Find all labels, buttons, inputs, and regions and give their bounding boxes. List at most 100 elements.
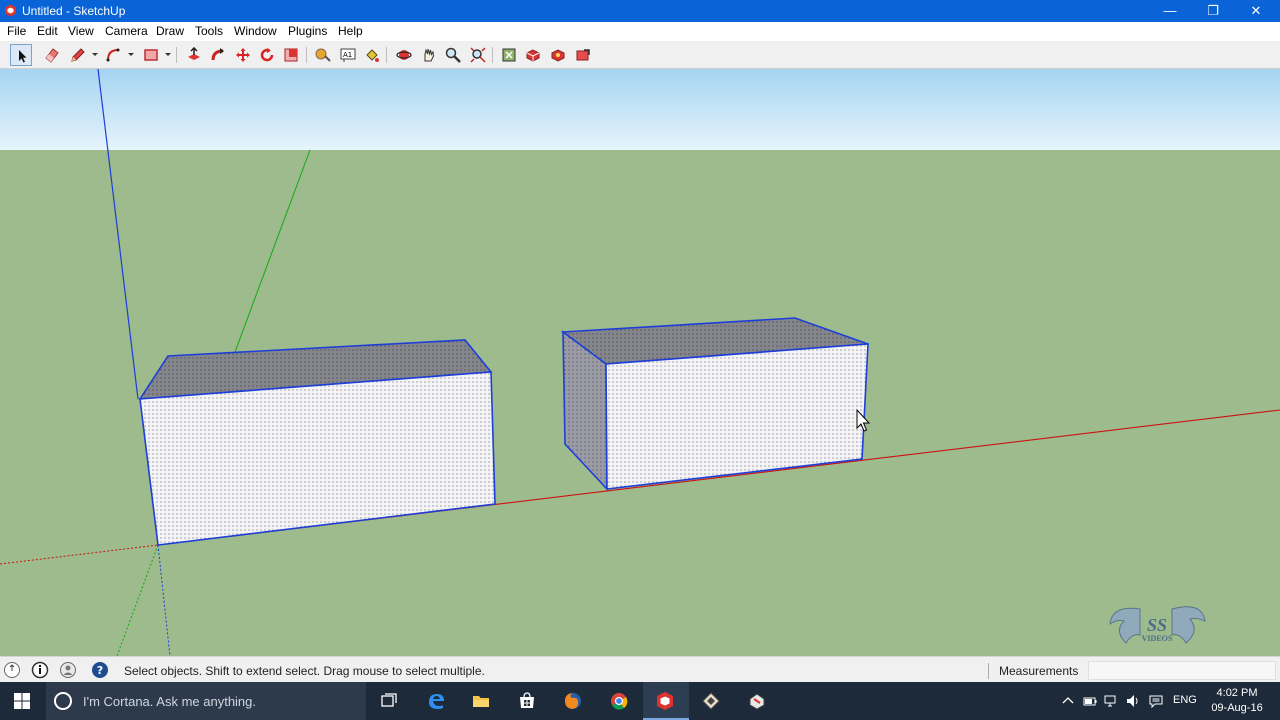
toolbar-separator [176,47,177,63]
firefox-icon [565,693,581,709]
tape-measure-tool-button[interactable] [312,44,334,66]
edge-icon [429,694,444,709]
style-builder-icon [749,693,765,710]
measurements-label: Measurements [999,664,1079,678]
system-clock[interactable]: 4:02 PM 09-Aug-16 [1205,686,1269,716]
watermark-text-ss: SS [1147,615,1167,635]
rectangle-tool-button[interactable] [140,44,162,66]
text-tool-button[interactable]: A1 [337,44,359,66]
measurements-divider [988,663,989,679]
menu-window[interactable]: Window [234,24,277,38]
pan-icon [424,48,435,62]
credits-icon[interactable] [59,661,77,679]
windows-taskbar: I'm Cortana. Ask me anything. ENG 4:02 P… [0,682,1280,720]
pencil-dropdown[interactable] [92,53,98,56]
store-taskbar-button[interactable] [505,682,551,720]
previous-view-icon [502,48,516,62]
menu-file[interactable]: File [7,24,26,38]
show-hidden-icons-chevron-icon[interactable] [1060,693,1076,709]
move-icon [236,48,250,62]
text-icon: A1 [340,48,356,62]
sketchup-app-icon [5,4,16,17]
previous-view-button[interactable] [498,44,520,66]
svg-text:?: ? [97,664,103,677]
orbit-tool-button[interactable] [393,44,415,66]
action-center-icon[interactable] [1148,693,1164,709]
select-tool-button[interactable] [10,44,32,66]
menu-camera[interactable]: Camera [105,24,148,38]
start-button[interactable] [0,682,46,720]
components-icon [526,49,540,62]
push-pull-tool-button[interactable] [183,44,205,66]
layout-taskbar-button[interactable] [689,682,735,720]
file-explorer-taskbar-button[interactable] [459,682,505,720]
move-tool-button[interactable] [232,44,254,66]
maximize-button[interactable]: ❐ [1193,0,1233,22]
eraser-tool-button[interactable] [41,44,63,66]
menu-view[interactable]: View [68,24,94,38]
input-language[interactable]: ENG [1173,694,1197,706]
window-title: Untitled - SketchUp [22,4,126,18]
eraser-icon [45,48,59,63]
drawing-viewport[interactable]: SS VIDEOS [0,69,1280,656]
status-message: Select objects. Shift to extend select. … [124,664,485,678]
menu-help[interactable]: Help [338,24,363,38]
share-model-button[interactable] [572,44,594,66]
task-view-icon [381,693,397,707]
info-icon[interactable] [31,661,49,679]
chrome-taskbar-button[interactable] [597,682,643,720]
menu-plugins[interactable]: Plugins [288,24,327,38]
scale-tool-button[interactable] [280,44,302,66]
title-bar[interactable]: Untitled - SketchUp — ❐ ✕ [0,0,1280,22]
follow-me-icon [211,48,224,61]
network-icon[interactable] [1103,693,1119,709]
close-button[interactable]: ✕ [1236,0,1276,22]
layout-icon [702,692,720,710]
menu-tools[interactable]: Tools [195,24,223,38]
sketchup-taskbar-button[interactable] [643,682,689,720]
firefox-taskbar-button[interactable] [551,682,597,720]
components-button[interactable] [522,44,544,66]
toolbar: A1 [0,41,1280,69]
power-icon[interactable] [1082,693,1098,709]
cortana-search-box[interactable]: I'm Cortana. Ask me anything. [46,682,366,720]
pencil-tool-button[interactable] [67,44,89,66]
edge-taskbar-button[interactable] [414,682,460,720]
arc-tool-button[interactable] [103,44,125,66]
menu-edit[interactable]: Edit [37,24,58,38]
warehouse-button[interactable] [547,44,569,66]
task-view-button[interactable] [367,682,413,720]
minimize-button[interactable]: — [1150,0,1190,22]
pan-tool-button[interactable] [418,44,440,66]
rotate-tool-button[interactable] [256,44,278,66]
arc-dropdown[interactable] [128,53,134,56]
toolbar-separator [386,47,387,63]
box-2[interactable] [560,317,869,492]
store-icon [520,692,534,708]
volume-icon[interactable] [1125,693,1141,709]
measurements-input[interactable] [1088,661,1276,680]
clock-time: 4:02 PM [1216,687,1258,699]
follow-me-tool-button[interactable] [207,44,229,66]
rotate-icon [260,48,274,62]
menu-draw[interactable]: Draw [156,24,184,38]
rectangle-dropdown[interactable] [165,53,171,56]
scale-icon [284,48,298,62]
model-scene: SS VIDEOS [0,69,1280,656]
svg-text:A1: A1 [343,51,352,59]
zoom-icon [445,47,461,63]
warehouse-icon [551,49,565,62]
style-builder-taskbar-button[interactable] [735,682,781,720]
zoom-tool-button[interactable] [442,44,464,66]
paint-bucket-tool-button[interactable] [361,44,383,66]
sky-background [0,69,1280,150]
tape-measure-icon [315,48,331,62]
pencil-icon [71,48,85,62]
clock-date: 09-Aug-16 [1211,702,1263,714]
chrome-icon [611,693,628,710]
cortana-icon [54,692,72,710]
zoom-extents-tool-button[interactable] [467,44,489,66]
geo-location-icon[interactable] [3,661,21,679]
orbit-icon [396,50,412,60]
help-icon[interactable]: ? [91,661,109,679]
